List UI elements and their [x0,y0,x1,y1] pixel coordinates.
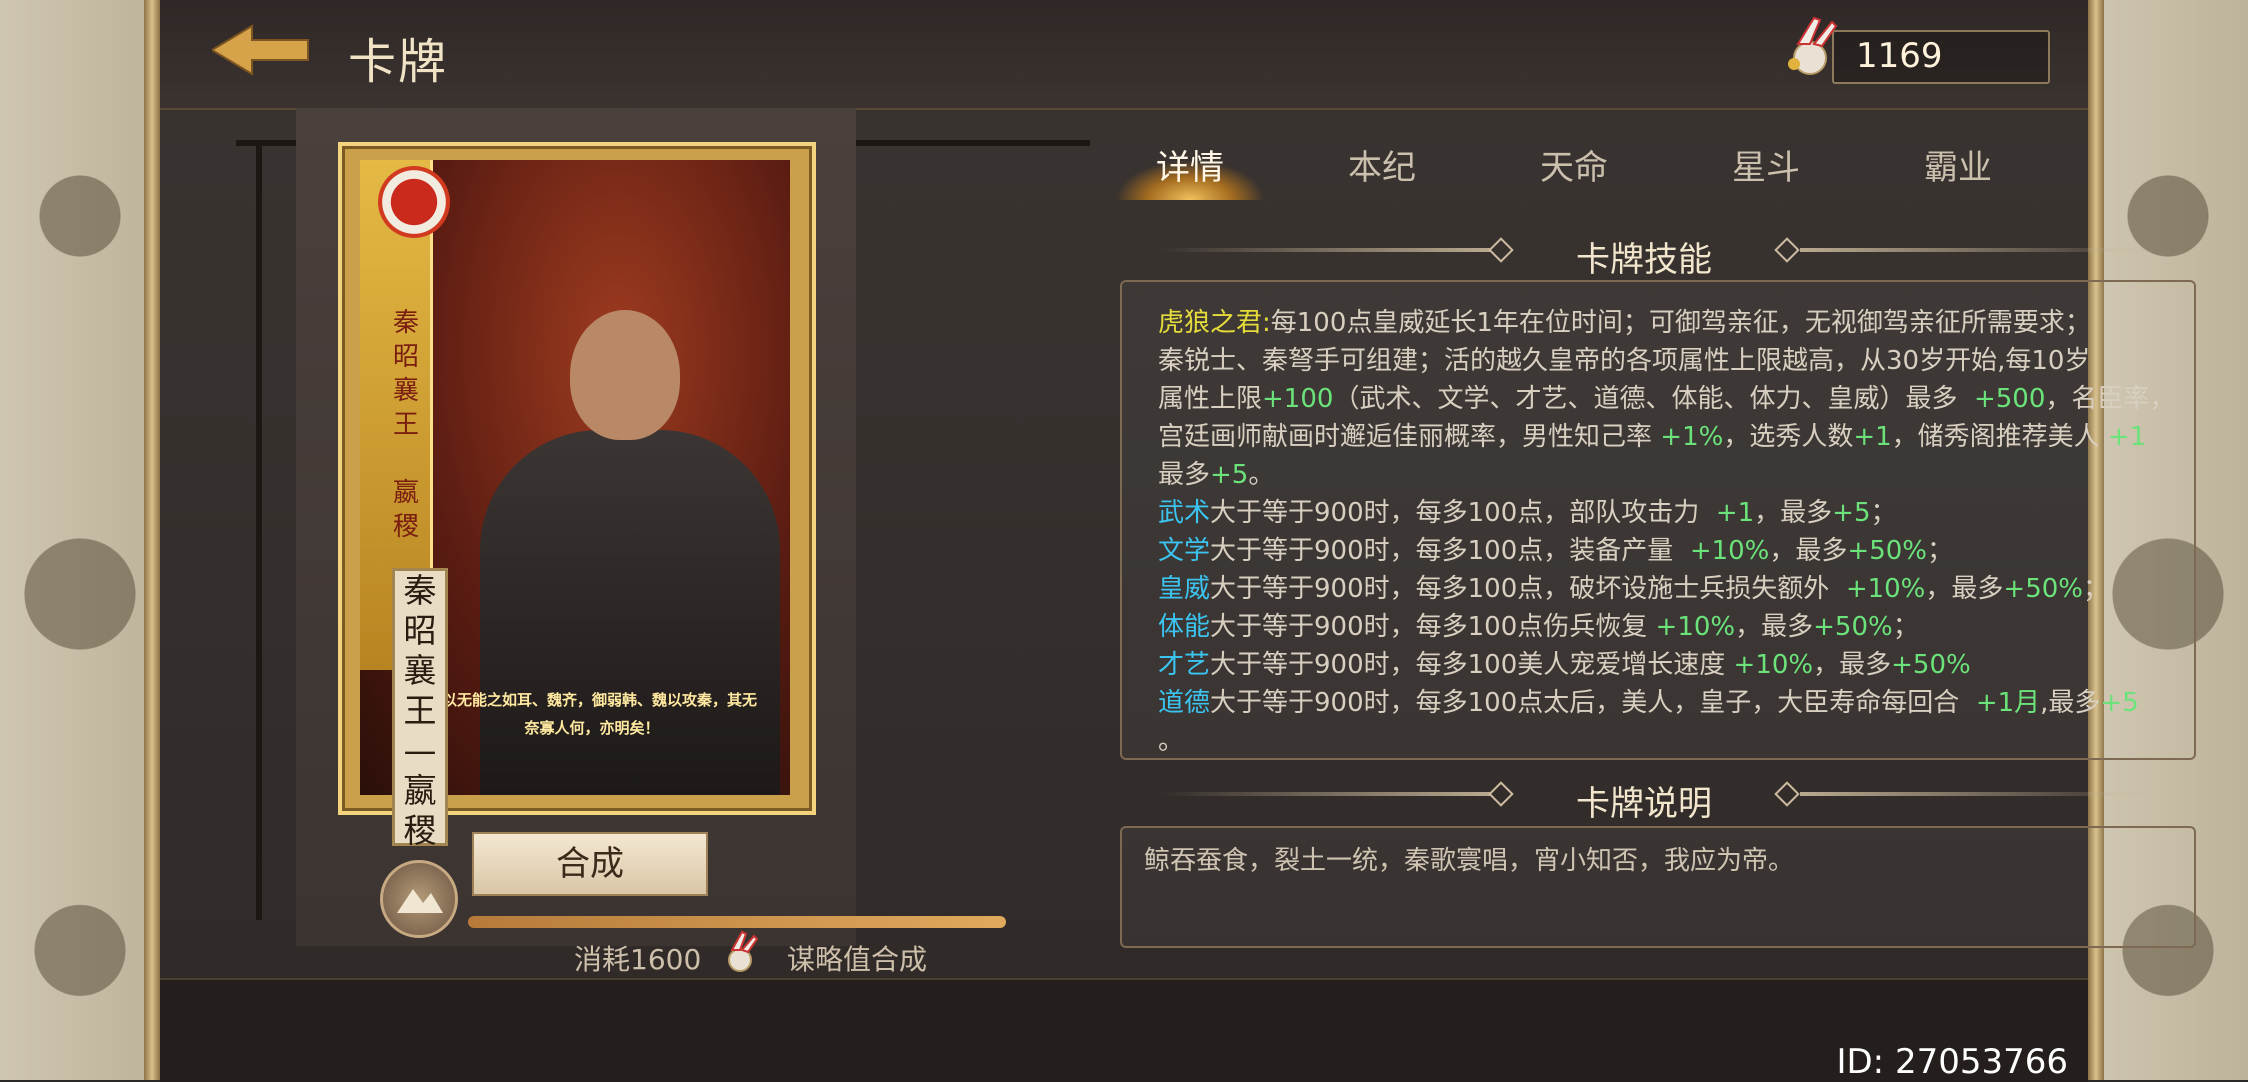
tab-hegemony[interactable]: 霸业 [1888,140,2028,189]
tab-destiny[interactable]: 天命 [1504,140,1644,189]
card-vertical-name: 秦昭襄王 嬴稷 [392,308,419,542]
cost-suffix: 谋略值合成 [787,943,928,976]
section-ornament-left [1160,248,1490,252]
mountain-emblem-icon [380,860,458,938]
skill-name: 虎狼之君: [1158,308,1271,338]
description-box: 鲸吞蚕食，裂土一统，秦歌寰唱，宵小知否，我应为帝。 [1120,826,2196,948]
character-name-banner: 秦昭襄王—嬴稷 [392,568,448,850]
section-ornament-left [1160,792,1490,796]
back-arrow-icon[interactable] [210,22,312,78]
skills-box: 虎狼之君:每100点皇威延长1年在位时间；可御驾亲征，无视御驾亲征所需要求； 秦… [1120,280,2196,760]
left-decorative-border [0,0,160,1080]
ornament-diamond [1774,237,1800,263]
card-frame-beam-right [850,140,1090,146]
progress-bar [468,916,1006,928]
feather-coin-icon [1780,14,1846,80]
top-bar: 卡牌 1169 [160,0,2088,110]
ornament-diamond [1774,781,1800,807]
card-frame-pole [256,140,262,920]
skills-text: 虎狼之君:每100点皇威延长1年在位时间；可御驾亲征，无视御驾亲征所需要求； 秦… [1158,304,2178,758]
player-id: ID: 27053766 [1836,1042,2068,1082]
tab-stars[interactable]: 星斗 [1696,140,1836,189]
warrior-head-illustration [570,310,680,440]
feather-coin-icon-small [720,930,764,974]
cost-label: 消耗1600 [574,943,702,976]
page-title: 卡牌 [348,34,449,90]
tab-annals[interactable]: 本纪 [1312,140,1452,189]
attr-line: 文学大于等于900时，每多100点，装备产量 +10%，最多+50%； [1158,536,1953,566]
description-section-title: 卡牌说明 [1576,784,1712,824]
section-ornament-right [1800,248,2160,252]
ornament-diamond [1488,781,1514,807]
attr-line: 皇威大于等于900时，每多100点，破坏设施士兵损失额外 +10%，最多+50%… [1158,574,2109,604]
strategy-points-display: 1169 [1780,14,2050,84]
section-ornament-right [1800,792,2160,796]
strategy-points-value: 1169 [1856,36,1943,76]
qin-seal-icon [378,166,450,238]
card-quote: 今以无能之如耳、魏齐，御弱韩、魏以攻秦，其无奈寡人何，亦明矣！ [426,691,757,737]
attr-line: 武术大于等于900时，每多100点，部队攻击力 +1，最多+5； [1158,498,1897,528]
description-text: 鲸吞蚕食，裂土一统，秦歌寰唱，宵小知否，我应为帝。 [1144,846,1795,876]
skills-section-title: 卡牌技能 [1576,240,1712,280]
attr-line: 体能大于等于900时，每多100点伤兵恢复 +10%，最多+50%； [1158,612,1919,642]
synthesize-button[interactable]: 合成 [472,832,708,896]
bottom-bar: ID: 27053766 [160,978,2088,1082]
tab-details[interactable]: 详情 [1120,140,1260,189]
attr-line: 道德大于等于900时，每多100点太后，美人，皇子，大臣寿命每回合 +1月,最多… [1158,688,2139,718]
attr-line: 才艺大于等于900时，每多100美人宠爱增长速度 +10%，最多+50% [1158,650,1971,680]
ornament-diamond [1488,237,1514,263]
main-window: 卡牌 1169 秦昭襄王 嬴稷 今以无能之如耳、魏齐，御弱韩、魏以攻秦，其无奈寡… [160,0,2196,1082]
